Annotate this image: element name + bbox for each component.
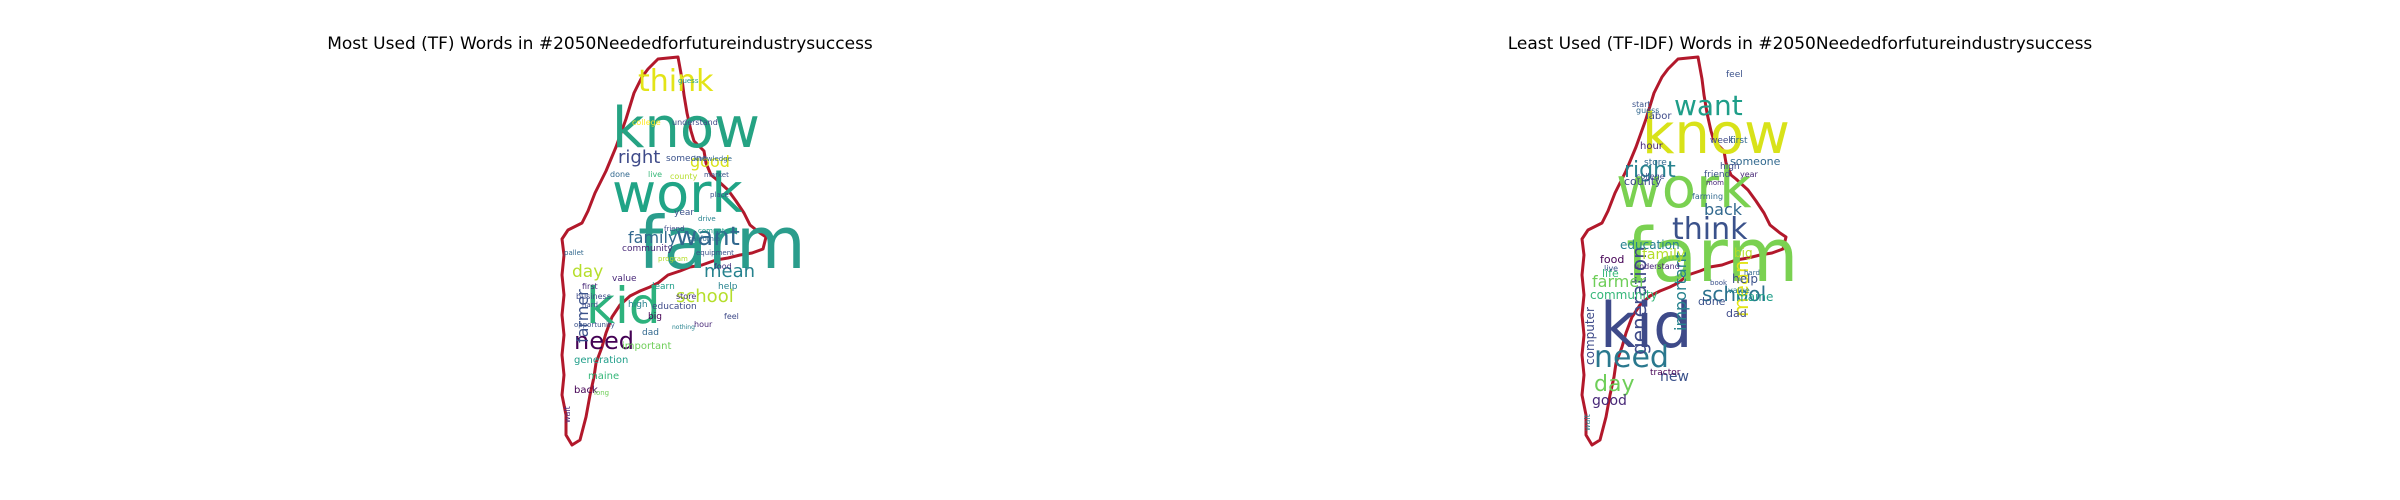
word-first: first <box>582 282 598 291</box>
word-think: think <box>638 64 714 99</box>
word-knowledge: knowledge <box>694 155 732 163</box>
word-hour: hour <box>694 320 713 329</box>
word-done: done <box>610 170 630 179</box>
word-store: store <box>1644 158 1667 168</box>
word-education: education <box>652 302 697 312</box>
word-first: first <box>1730 136 1748 146</box>
word-farming: farming <box>1692 192 1723 201</box>
word-understand: understand <box>672 118 718 127</box>
word-wait: wait <box>1583 414 1592 431</box>
word-dad: dad <box>642 328 659 338</box>
word-community: community <box>1590 288 1658 302</box>
word-computer: computer <box>1583 307 1597 365</box>
word-mom: mom <box>1706 179 1724 187</box>
word-market: market <box>704 171 729 179</box>
word-big: big <box>1734 246 1753 260</box>
word-computer: computer <box>698 227 732 235</box>
chart-title-tfidf: Least Used (TF-IDF) Words in #2050Needed… <box>1507 34 2093 54</box>
word-maine: maine <box>588 371 619 382</box>
word-right: right <box>618 147 660 168</box>
word-value: value <box>1728 286 1750 295</box>
word-education: education <box>1620 238 1680 252</box>
wordcloud-panel-tfidf: Least Used (TF-IDF) Words in #2050Needed… <box>1200 0 2400 500</box>
word-equipment: equipment <box>696 249 734 257</box>
chart-title-tf: Most Used (TF) Words in #2050Neededforfu… <box>327 34 873 54</box>
word-day: day <box>572 262 603 282</box>
word-important: important <box>622 341 671 352</box>
word-college: college <box>632 118 661 127</box>
word-live: live <box>648 170 662 179</box>
word-help: help <box>718 282 738 292</box>
word-california: california <box>688 235 720 243</box>
word-community: community <box>622 244 673 254</box>
word-year: year <box>674 208 694 218</box>
word-feel: feel <box>1726 70 1743 80</box>
word-opportunity: opportunity <box>574 321 615 329</box>
wordcloud-tf: farmknowworkkidthinkwantneedrightfamilys… <box>560 55 806 447</box>
word-college: college <box>1636 172 1665 181</box>
word-back: back <box>1704 200 1743 219</box>
word-book: book <box>1710 279 1728 287</box>
word-high: high <box>628 300 648 310</box>
word-start: start <box>1632 100 1651 109</box>
word-want: want <box>1674 89 1743 122</box>
word-hour: hour <box>1640 141 1664 152</box>
word-hard: hard <box>1744 269 1760 277</box>
word-food: food <box>714 262 732 271</box>
wordcloud-panel-tf: Most Used (TF) Words in #2050Neededforfu… <box>0 0 1200 500</box>
word-value: value <box>612 274 637 284</box>
word-nothing: nothing <box>672 324 695 331</box>
word-understand: understand <box>1634 262 1680 271</box>
word-feel: feel <box>724 312 739 321</box>
word-county: county <box>670 172 698 181</box>
word-good: good <box>1592 393 1627 409</box>
word-learn: learn <box>652 282 675 292</box>
word-big: big <box>648 312 662 322</box>
word-guess: guess <box>678 77 699 85</box>
word-business: business <box>576 292 611 301</box>
word-long: long <box>594 389 609 397</box>
word-wait: wait <box>563 406 572 423</box>
word-tractor: tractor <box>1650 368 1681 378</box>
word-place: place <box>710 191 729 199</box>
word-generation: generation <box>574 355 628 366</box>
word-dad: dad <box>1726 307 1747 320</box>
word-live: live <box>1604 264 1618 273</box>
word-friend: friend <box>664 225 684 233</box>
word-done: done <box>1698 295 1726 308</box>
wordcloud-tfidf: farmworkknowkidthinkwantneedrightschoold… <box>1580 55 1799 447</box>
word-hard: hard <box>582 301 598 309</box>
word-year: year <box>1740 170 1759 179</box>
word-program: program <box>658 255 688 263</box>
word-store: store <box>676 292 696 301</box>
word-pallet: pallet <box>564 249 584 257</box>
word-drive: drive <box>698 215 716 223</box>
